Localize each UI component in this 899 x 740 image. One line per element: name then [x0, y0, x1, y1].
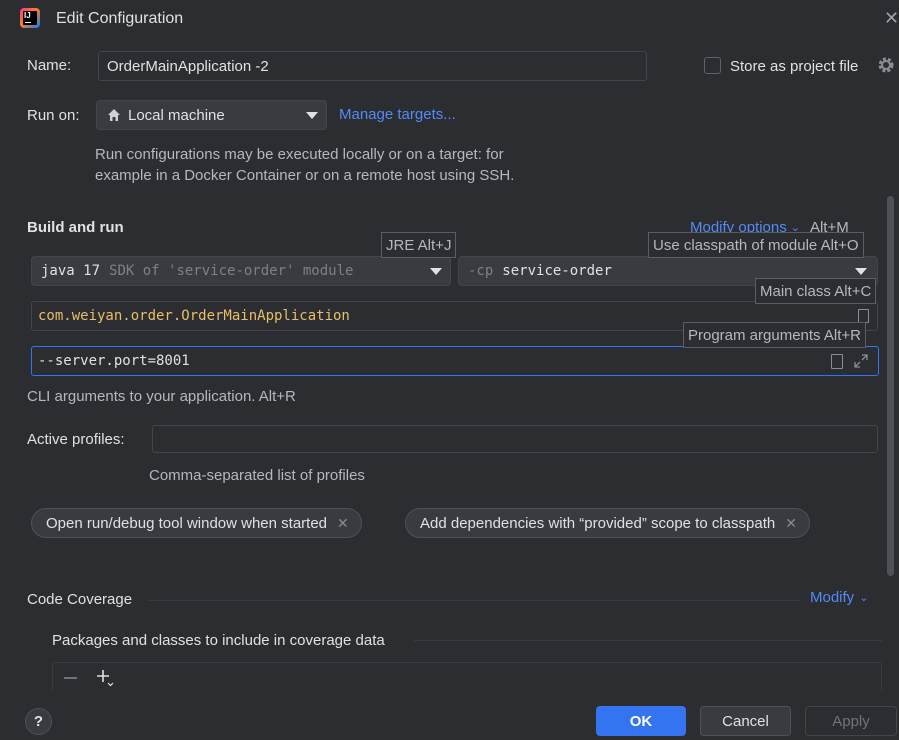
tag-label: Open run/debug tool window when started [46, 514, 328, 532]
program-arguments-value: --server.port=8001 [38, 353, 190, 369]
packages-list[interactable] [52, 662, 882, 690]
app-logo-icon: IJ [20, 8, 40, 28]
jre-combo[interactable]: java 17 SDK of 'service-order' module [31, 256, 451, 286]
code-coverage-divider [148, 600, 800, 601]
name-value: OrderMainApplication -2 [107, 58, 269, 75]
help-button[interactable]: ? [25, 708, 52, 735]
code-coverage-title: Code Coverage [27, 591, 133, 608]
cancel-label: Cancel [722, 712, 769, 730]
cancel-button[interactable]: Cancel [700, 706, 791, 736]
tag-label: Add dependencies with “provided” scope t… [420, 514, 776, 532]
add-icon[interactable] [96, 669, 114, 687]
classpath-prefix: -cp [468, 263, 494, 279]
store-as-project-file-checkbox[interactable] [704, 57, 721, 74]
coverage-modify-link[interactable]: Modify ⌄ [810, 589, 868, 606]
run-on-combo[interactable]: Local machine [96, 100, 327, 130]
apply-label: Apply [832, 712, 870, 730]
scrollbar-thumb[interactable] [887, 196, 894, 576]
insert-macro-icon[interactable] [831, 354, 843, 369]
open-tool-window-tag[interactable]: Open run/debug tool window when started … [31, 508, 362, 538]
window-title: Edit Configuration [56, 10, 184, 27]
chevron-down-icon [430, 268, 442, 275]
packages-label: Packages and classes to include in cover… [52, 632, 385, 649]
store-as-project-file-label[interactable]: Store as project file [730, 58, 858, 75]
program-arguments-field[interactable]: --server.port=8001 [31, 346, 879, 376]
jre-tooltip: JRE Alt+J [381, 232, 457, 258]
active-profiles-field[interactable] [152, 425, 878, 453]
main-class-value: com.weiyan.order.OrderMainApplication [38, 308, 350, 324]
run-on-value: Local machine [128, 106, 225, 124]
program-arguments-hint: CLI arguments to your application. Alt+R [27, 388, 296, 405]
chevron-down-icon [855, 268, 867, 275]
apply-button[interactable]: Apply [805, 706, 897, 736]
active-profiles-hint: Comma-separated list of profiles [149, 467, 365, 484]
jre-version: java 17 [41, 263, 101, 279]
remove-icon[interactable] [64, 677, 77, 679]
home-icon [107, 108, 121, 122]
packages-divider [414, 640, 882, 641]
browse-icon[interactable] [858, 309, 869, 323]
close-icon[interactable]: ✕ [884, 9, 899, 27]
program-arguments-tooltip: Program arguments Alt+R [683, 322, 866, 348]
name-label: Name: [27, 57, 72, 74]
classpath-tooltip: Use classpath of module Alt+O [648, 232, 864, 258]
active-profiles-label: Active profiles: [27, 431, 125, 448]
manage-targets-link[interactable]: Manage targets... [339, 106, 456, 123]
run-on-label: Run on: [27, 107, 80, 124]
run-on-description-1: Run configurations may be executed local… [95, 146, 504, 163]
ok-button[interactable]: OK [596, 706, 686, 736]
chevron-down-icon [306, 112, 318, 119]
add-provided-dependencies-tag[interactable]: Add dependencies with “provided” scope t… [405, 508, 810, 538]
main-class-tooltip: Main class Alt+C [755, 278, 877, 304]
gear-icon[interactable] [876, 55, 896, 75]
remove-tag-icon[interactable]: ✕ [337, 515, 349, 532]
run-on-description-2: example in a Docker Container or on a re… [95, 167, 515, 184]
help-icon: ? [33, 713, 44, 730]
expand-icon[interactable] [853, 353, 869, 369]
name-field[interactable]: OrderMainApplication -2 [98, 51, 647, 81]
chevron-down-icon: ⌄ [859, 592, 869, 604]
ok-label: OK [629, 712, 653, 730]
jre-hint: SDK of 'service-order' module [109, 263, 354, 279]
coverage-modify-label: Modify [810, 589, 855, 606]
classpath-value: service-order [502, 263, 612, 279]
build-and-run-title: Build and run [27, 219, 124, 236]
remove-tag-icon[interactable]: ✕ [785, 515, 797, 532]
